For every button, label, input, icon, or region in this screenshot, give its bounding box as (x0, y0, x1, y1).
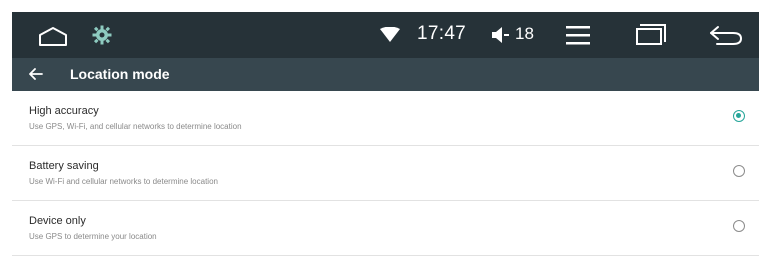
menu-icon[interactable] (565, 24, 591, 46)
option-device-only[interactable]: Device only Use GPS to determine your lo… (12, 201, 759, 256)
option-high-accuracy[interactable]: High accuracy Use GPS, Wi-Fi, and cellul… (12, 91, 759, 146)
volume-level: 18 (515, 24, 534, 43)
option-subtitle: Use Wi-Fi and cellular networks to deter… (29, 177, 218, 186)
option-title: Battery saving (29, 160, 99, 172)
back-icon[interactable] (709, 24, 743, 46)
volume-icon[interactable] (491, 26, 511, 44)
radio-button-selected[interactable] (733, 110, 745, 122)
screen: 17:47 18 Location mode High accuracy Use… (12, 12, 759, 256)
radio-button[interactable] (733, 165, 745, 177)
page-title: Location mode (70, 66, 170, 82)
gear-icon[interactable] (92, 25, 112, 45)
clock: 17:47 (417, 23, 467, 44)
location-mode-options: High accuracy Use GPS, Wi-Fi, and cellul… (12, 91, 759, 256)
wifi-icon (380, 27, 400, 42)
home-icon[interactable] (38, 26, 68, 46)
arrow-left-icon[interactable] (29, 68, 43, 80)
option-subtitle: Use GPS, Wi-Fi, and cellular networks to… (29, 122, 242, 131)
status-bar: 17:47 18 (12, 12, 759, 58)
option-battery-saving[interactable]: Battery saving Use Wi-Fi and cellular ne… (12, 146, 759, 201)
option-title: Device only (29, 215, 86, 227)
recent-apps-icon[interactable] (636, 24, 666, 46)
radio-button[interactable] (733, 220, 745, 232)
action-bar: Location mode (12, 58, 759, 91)
option-subtitle: Use GPS to determine your location (29, 232, 157, 241)
option-title: High accuracy (29, 105, 99, 117)
